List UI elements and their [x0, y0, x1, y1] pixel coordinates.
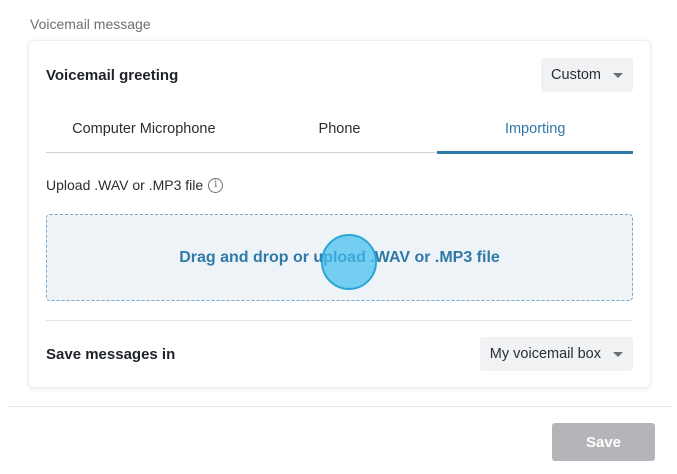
info-icon[interactable]: i — [208, 177, 224, 193]
save-messages-select-value: My voicemail box — [489, 346, 601, 362]
greeting-tabs: Computer Microphone Phone Importing — [46, 113, 633, 154]
save-button[interactable]: Save — [552, 423, 655, 461]
upload-dropzone[interactable]: Drag and drop or upload .WAV or .MP3 fil… — [46, 214, 633, 301]
save-messages-title: Save messages in — [46, 345, 176, 363]
dropzone-text: Drag and drop or upload .WAV or .MP3 fil… — [179, 248, 500, 266]
greeting-row: Voicemail greeting Custom — [46, 58, 633, 92]
chevron-down-icon — [613, 351, 623, 357]
footer-divider — [8, 406, 671, 407]
chevron-down-icon — [613, 72, 623, 78]
upload-label: Upload .WAV or .MP3 file i — [46, 177, 224, 193]
section-title: Voicemail message — [30, 16, 151, 32]
save-messages-row: Save messages in My voicemail box — [46, 337, 633, 371]
greeting-select-value: Custom — [551, 67, 601, 83]
save-messages-select[interactable]: My voicemail box — [479, 337, 633, 371]
tab-computer-microphone[interactable]: Computer Microphone — [46, 113, 242, 152]
divider — [46, 320, 633, 321]
voicemail-card: Voicemail greeting Custom Computer Micro… — [28, 40, 651, 388]
tab-importing[interactable]: Importing — [437, 113, 633, 154]
upload-label-text: Upload .WAV or .MP3 file — [46, 177, 204, 193]
greeting-select[interactable]: Custom — [541, 58, 633, 92]
tab-phone[interactable]: Phone — [242, 113, 438, 152]
greeting-title: Voicemail greeting — [46, 66, 179, 84]
